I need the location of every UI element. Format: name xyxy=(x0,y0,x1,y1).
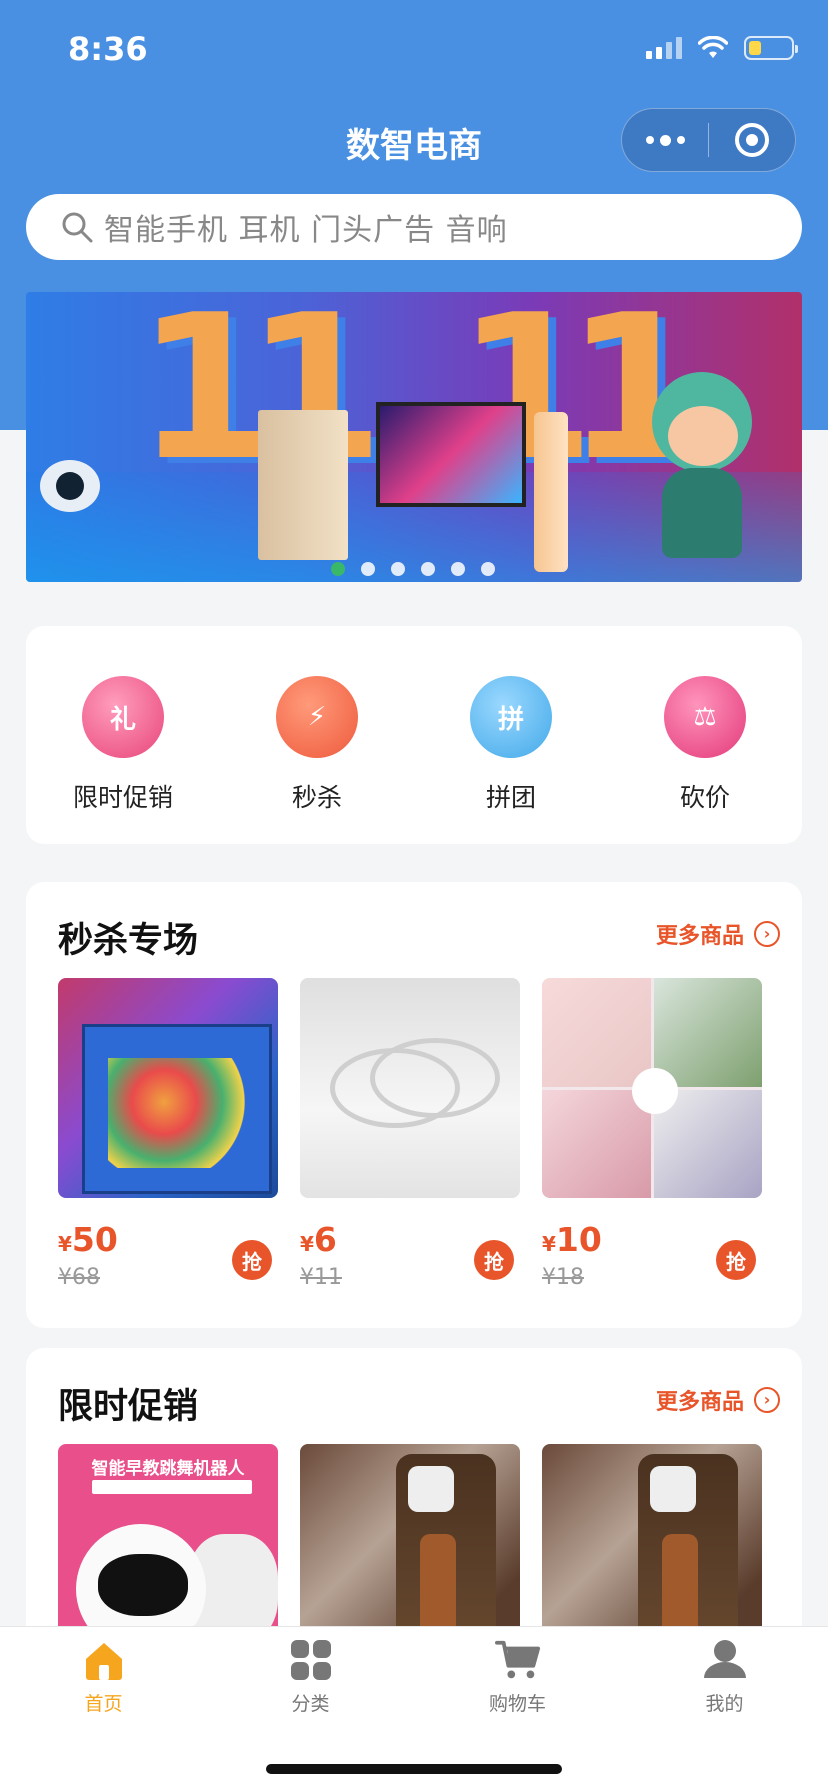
promo-banner[interactable]: 11 11 xyxy=(26,292,802,582)
product-card[interactable] xyxy=(300,1444,520,1648)
product-image xyxy=(542,978,762,1198)
product-image xyxy=(58,978,278,1198)
wifi-icon xyxy=(698,36,728,58)
status-icons xyxy=(646,36,798,60)
home-indicator xyxy=(266,1764,562,1774)
product-card[interactable]: ¥10 ¥18 抢 xyxy=(542,978,762,1290)
grab-button[interactable]: 抢 xyxy=(474,1240,514,1280)
status-bar: 8:36 xyxy=(0,0,828,100)
cart-icon xyxy=(494,1637,541,1683)
limited-promo-section: 限时促销 更多商品 › 智能早教跳舞机器人 xyxy=(26,1348,802,1648)
search-icon xyxy=(62,212,93,243)
quick-item-label: 限时促销 xyxy=(72,783,173,812)
section-title: 限时促销 xyxy=(58,1387,199,1427)
pager-dot[interactable] xyxy=(451,562,465,576)
gavel-icon: ⚖ xyxy=(664,676,746,758)
more-options-icon[interactable] xyxy=(622,134,708,146)
tab-label: 分类 xyxy=(291,1693,330,1715)
quick-item-label: 秒杀 xyxy=(291,783,342,812)
product-image: 智能早教跳舞机器人 xyxy=(58,1444,278,1648)
category-grid-icon xyxy=(288,1637,334,1683)
banner-tv xyxy=(376,402,526,507)
quick-item-bargain[interactable]: ⚖ 砍价 xyxy=(608,626,802,844)
battery-icon xyxy=(744,36,798,60)
pager-dot[interactable] xyxy=(481,562,495,576)
quick-item-group-buy[interactable]: 拼 拼团 xyxy=(414,626,608,844)
tab-label: 购物车 xyxy=(488,1693,546,1715)
mini-program-capsule xyxy=(621,108,796,172)
product-image xyxy=(542,1444,762,1648)
quick-item-flash-sale[interactable]: ⚡ 秒杀 xyxy=(220,626,414,844)
search-bar[interactable]: 智能手机 耳机 门头广告 音响 xyxy=(26,194,802,260)
more-products-link[interactable]: 更多商品 › xyxy=(656,918,780,950)
product-card[interactable]: ¥50 ¥68 抢 xyxy=(58,978,278,1290)
grab-button[interactable]: 抢 xyxy=(232,1240,272,1280)
promo-products: 智能早教跳舞机器人 xyxy=(58,1444,762,1648)
product-card[interactable] xyxy=(542,1444,762,1648)
section-title: 秒杀专场 xyxy=(58,921,199,961)
alarm-clock-icon: ⚡ xyxy=(276,676,358,758)
flash-sale-products: ¥50 ¥68 抢 ¥6 ¥11 抢 ¥10 ¥18 抢 xyxy=(58,978,762,1290)
quick-item-label: 拼团 xyxy=(485,783,536,812)
quick-item-label: 砍价 xyxy=(679,783,730,812)
pager-dot[interactable] xyxy=(421,562,435,576)
pager-dot[interactable] xyxy=(361,562,375,576)
product-card[interactable]: 智能早教跳舞机器人 xyxy=(58,1444,278,1648)
product-card[interactable]: ¥6 ¥11 抢 xyxy=(300,978,520,1290)
banner-fridge xyxy=(258,410,348,560)
banner-air-conditioner xyxy=(534,412,568,572)
pager-dot[interactable] xyxy=(391,562,405,576)
product-image xyxy=(300,978,520,1198)
tab-label: 我的 xyxy=(705,1693,744,1715)
tab-label: 首页 xyxy=(84,1693,123,1715)
cellular-signal-icon xyxy=(646,37,682,59)
flash-sale-section: 秒杀专场 更多商品 › ¥50 ¥68 抢 ¥6 ¥11 抢 ¥10 ¥18 抢 xyxy=(26,882,802,1328)
banner-mascot xyxy=(642,372,762,562)
tab-profile[interactable]: 我的 xyxy=(621,1627,828,1792)
search-placeholder: 智能手机 耳机 门头广告 音响 xyxy=(104,213,508,248)
banner-pager xyxy=(331,562,495,576)
tab-home[interactable]: 首页 xyxy=(0,1627,207,1792)
quick-item-limited-promo[interactable]: 礼 限时促销 xyxy=(26,626,220,844)
grab-button[interactable]: 抢 xyxy=(716,1240,756,1280)
status-time: 8:36 xyxy=(68,30,148,68)
product-image xyxy=(300,1444,520,1648)
home-icon xyxy=(81,1637,127,1683)
group-buy-bag-icon: 拼 xyxy=(470,676,552,758)
chevron-right-icon: › xyxy=(754,921,780,947)
more-products-link[interactable]: 更多商品 › xyxy=(656,1384,780,1416)
close-mini-program-icon[interactable] xyxy=(709,123,795,157)
banner-robot xyxy=(40,460,100,512)
image-caption: 智能早教跳舞机器人 xyxy=(91,1459,245,1479)
gift-envelope-icon: 礼 xyxy=(82,676,164,758)
pager-dot[interactable] xyxy=(331,562,345,576)
quick-menu: 礼 限时促销 ⚡ 秒杀 拼 拼团 ⚖ 砍价 xyxy=(26,626,802,844)
profile-icon xyxy=(702,1637,748,1683)
chevron-right-icon: › xyxy=(754,1387,780,1413)
